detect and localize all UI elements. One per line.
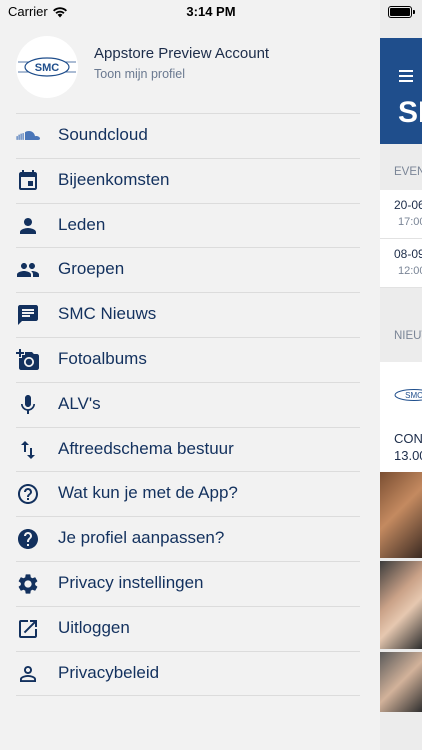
clock: 3:14 PM bbox=[186, 4, 236, 19]
news-title-line: CONCEPT bbox=[394, 431, 422, 446]
menu-item-smc-nieuws[interactable]: SMC Nieuws bbox=[0, 293, 378, 338]
news-title-line: 13.00 bbox=[394, 448, 422, 463]
menu-item-label: Soundcloud bbox=[58, 125, 148, 144]
menu-item-label: Fotoalbums bbox=[58, 348, 147, 368]
menu-item-label: Privacy instellingen bbox=[58, 572, 204, 592]
menu-item-label: Leden bbox=[58, 214, 106, 234]
hamburger-menu-icon[interactable] bbox=[399, 70, 415, 82]
microphone-icon bbox=[16, 393, 40, 417]
event-card[interactable]: 20-06 17:00 bbox=[380, 190, 422, 239]
menu-item-label: Bijeenkomsten bbox=[58, 169, 170, 189]
menu-item-leden[interactable]: Leden bbox=[0, 204, 378, 249]
event-time: 12:00 bbox=[398, 265, 422, 277]
menu-item-privacy-policy[interactable]: Privacybeleid bbox=[0, 652, 378, 697]
avatar-logo-text: SMC bbox=[35, 62, 60, 74]
gear-icon bbox=[16, 572, 40, 596]
view-profile-link[interactable]: Toon mijn profiel bbox=[94, 67, 185, 81]
menu-item-bijeenkomsten[interactable]: Bijeenkomsten bbox=[0, 159, 378, 204]
news-photo[interactable] bbox=[380, 472, 422, 558]
menu-item-groepen[interactable]: Groepen bbox=[0, 248, 378, 293]
news-card[interactable]: SMC CONCEPT 13.00 bbox=[380, 362, 422, 472]
menu-item-label: Uitloggen bbox=[58, 617, 130, 637]
swap-vertical-icon bbox=[16, 438, 40, 462]
events-section-label: EVENEMENTEN bbox=[394, 166, 422, 178]
news-photo[interactable] bbox=[380, 561, 422, 649]
smc-logo: SMC bbox=[394, 388, 422, 407]
chat-icon bbox=[16, 303, 40, 327]
menu-item-label: SMC Nieuws bbox=[58, 304, 157, 324]
main-content: SMC EVENEMENTEN 20-06 17:00 08-09 12:00 … bbox=[380, 0, 422, 750]
news-photo[interactable] bbox=[380, 652, 422, 712]
svg-text:SMC: SMC bbox=[405, 391, 422, 400]
navigation-drawer: SMC Appstore Preview Account Toon mijn p… bbox=[0, 0, 378, 750]
help-filled-icon bbox=[16, 527, 40, 551]
news-section-label: NIEUWS bbox=[394, 330, 422, 342]
event-date: 08-09 bbox=[394, 247, 422, 261]
menu-item-aftreedschema[interactable]: Aftreedschema bestuur bbox=[0, 428, 378, 473]
menu-item-logout[interactable]: Uitloggen bbox=[0, 607, 378, 652]
soundcloud-icon bbox=[16, 124, 40, 148]
avatar[interactable]: SMC bbox=[16, 36, 78, 98]
event-time: 17:00 bbox=[398, 216, 422, 228]
calendar-icon bbox=[16, 169, 40, 193]
help-outline-icon bbox=[16, 482, 40, 506]
menu-item-soundcloud[interactable]: Soundcloud bbox=[0, 114, 378, 159]
profile-header[interactable]: SMC Appstore Preview Account Toon mijn p… bbox=[16, 36, 366, 100]
menu-item-label: ALV's bbox=[58, 393, 101, 413]
menu-item-app-help[interactable]: Wat kun je met de App? bbox=[0, 472, 378, 517]
menu-item-label: Aftreedschema bestuur bbox=[58, 438, 234, 458]
menu-item-label: Wat kun je met de App? bbox=[58, 483, 238, 503]
menu-item-fotoalbums[interactable]: Fotoalbums bbox=[0, 338, 378, 383]
menu-item-profile-help[interactable]: Je profiel aanpassen? bbox=[0, 517, 378, 562]
add-photo-icon bbox=[16, 348, 40, 372]
group-icon bbox=[16, 258, 40, 282]
open-external-icon bbox=[16, 617, 40, 641]
menu-item-label: Privacybeleid bbox=[58, 662, 160, 682]
battery-icon bbox=[388, 6, 415, 18]
news-title: CONCEPT 13.00 bbox=[394, 430, 422, 464]
menu-item-alvs[interactable]: ALV's bbox=[0, 383, 378, 428]
person-outline-icon bbox=[16, 662, 40, 686]
menu-item-privacy-settings[interactable]: Privacy instellingen bbox=[0, 562, 378, 607]
event-card[interactable]: 08-09 12:00 bbox=[380, 239, 422, 288]
menu-item-label: Groepen bbox=[58, 259, 125, 279]
event-date: 20-06 bbox=[394, 198, 422, 212]
menu-item-label: Je profiel aanpassen? bbox=[58, 528, 225, 548]
status-bar: Carrier 3:14 PM bbox=[0, 0, 422, 24]
drawer-menu: Soundcloud Bijeenkomsten Leden Groepen S… bbox=[0, 114, 378, 697]
page-title: SMC bbox=[398, 96, 422, 129]
person-icon bbox=[16, 214, 40, 238]
profile-name: Appstore Preview Account bbox=[94, 45, 270, 62]
